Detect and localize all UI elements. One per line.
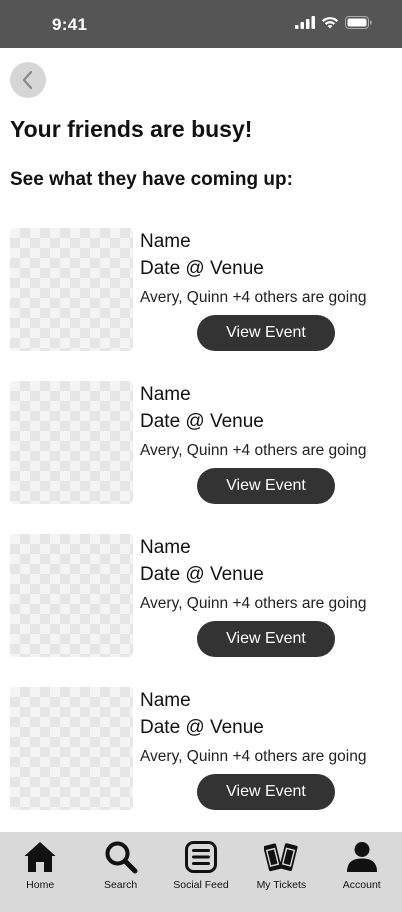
wifi-icon bbox=[321, 17, 339, 29]
tab-account-label: Account bbox=[342, 879, 381, 891]
tab-social-feed[interactable]: Social Feed bbox=[161, 832, 241, 912]
battery-icon bbox=[345, 16, 372, 29]
view-event-button[interactable]: View Event bbox=[197, 621, 335, 657]
event-name: Name bbox=[140, 690, 191, 711]
event-date-venue: Date @ Venue bbox=[140, 258, 264, 279]
event-friends-going: Avery, Quinn +4 others are going bbox=[140, 748, 367, 765]
feed-icon bbox=[183, 839, 219, 875]
tab-my-tickets-label: My Tickets bbox=[256, 879, 307, 891]
event-name: Name bbox=[140, 231, 191, 252]
status-icons bbox=[295, 16, 372, 29]
tab-my-tickets[interactable]: My Tickets bbox=[241, 832, 321, 912]
event-card: Name Date @ Venue Avery, Quinn +4 others… bbox=[0, 534, 402, 687]
event-card: Name Date @ Venue Avery, Quinn +4 others… bbox=[0, 381, 402, 534]
event-friends-going: Avery, Quinn +4 others are going bbox=[140, 289, 367, 306]
search-icon bbox=[103, 839, 139, 875]
tab-search-label: Search bbox=[103, 879, 138, 891]
event-date-venue: Date @ Venue bbox=[140, 564, 264, 585]
status-time: 9:41 bbox=[52, 15, 88, 34]
tab-account[interactable]: Account bbox=[322, 832, 402, 912]
event-friends-going: Avery, Quinn +4 others are going bbox=[140, 442, 367, 459]
view-event-button[interactable]: View Event bbox=[197, 315, 335, 351]
home-icon bbox=[22, 839, 58, 875]
tab-bar: Home Search Social Feed My Tickets Accou… bbox=[0, 832, 402, 912]
view-event-button[interactable]: View Event bbox=[197, 468, 335, 504]
chevron-left-icon bbox=[22, 70, 33, 90]
event-date-venue: Date @ Venue bbox=[140, 411, 264, 432]
signal-icon bbox=[295, 16, 315, 29]
tab-home[interactable]: Home bbox=[0, 832, 80, 912]
page-title: Your friends are busy! bbox=[10, 116, 253, 142]
event-image-placeholder[interactable] bbox=[10, 687, 133, 810]
event-date-venue: Date @ Venue bbox=[140, 717, 264, 738]
view-event-button[interactable]: View Event bbox=[197, 774, 335, 810]
account-icon bbox=[344, 839, 380, 875]
page-subtitle: See what they have coming up: bbox=[10, 169, 293, 190]
tab-social-feed-label: Social Feed bbox=[173, 879, 229, 891]
event-card: Name Date @ Venue Avery, Quinn +4 others… bbox=[0, 228, 402, 381]
status-bar: 9:41 bbox=[0, 0, 402, 48]
back-button[interactable] bbox=[10, 62, 46, 98]
event-card: Name Date @ Venue Avery, Quinn +4 others… bbox=[0, 687, 402, 840]
event-image-placeholder[interactable] bbox=[10, 534, 133, 657]
tab-search[interactable]: Search bbox=[81, 832, 161, 912]
tab-home-label: Home bbox=[26, 879, 55, 891]
event-image-placeholder[interactable] bbox=[10, 381, 133, 504]
event-image-placeholder[interactable] bbox=[10, 228, 133, 351]
event-list: Name Date @ Venue Avery, Quinn +4 others… bbox=[0, 228, 402, 840]
event-friends-going: Avery, Quinn +4 others are going bbox=[140, 595, 367, 612]
event-name: Name bbox=[140, 384, 191, 405]
tickets-icon bbox=[263, 839, 299, 875]
event-name: Name bbox=[140, 537, 191, 558]
